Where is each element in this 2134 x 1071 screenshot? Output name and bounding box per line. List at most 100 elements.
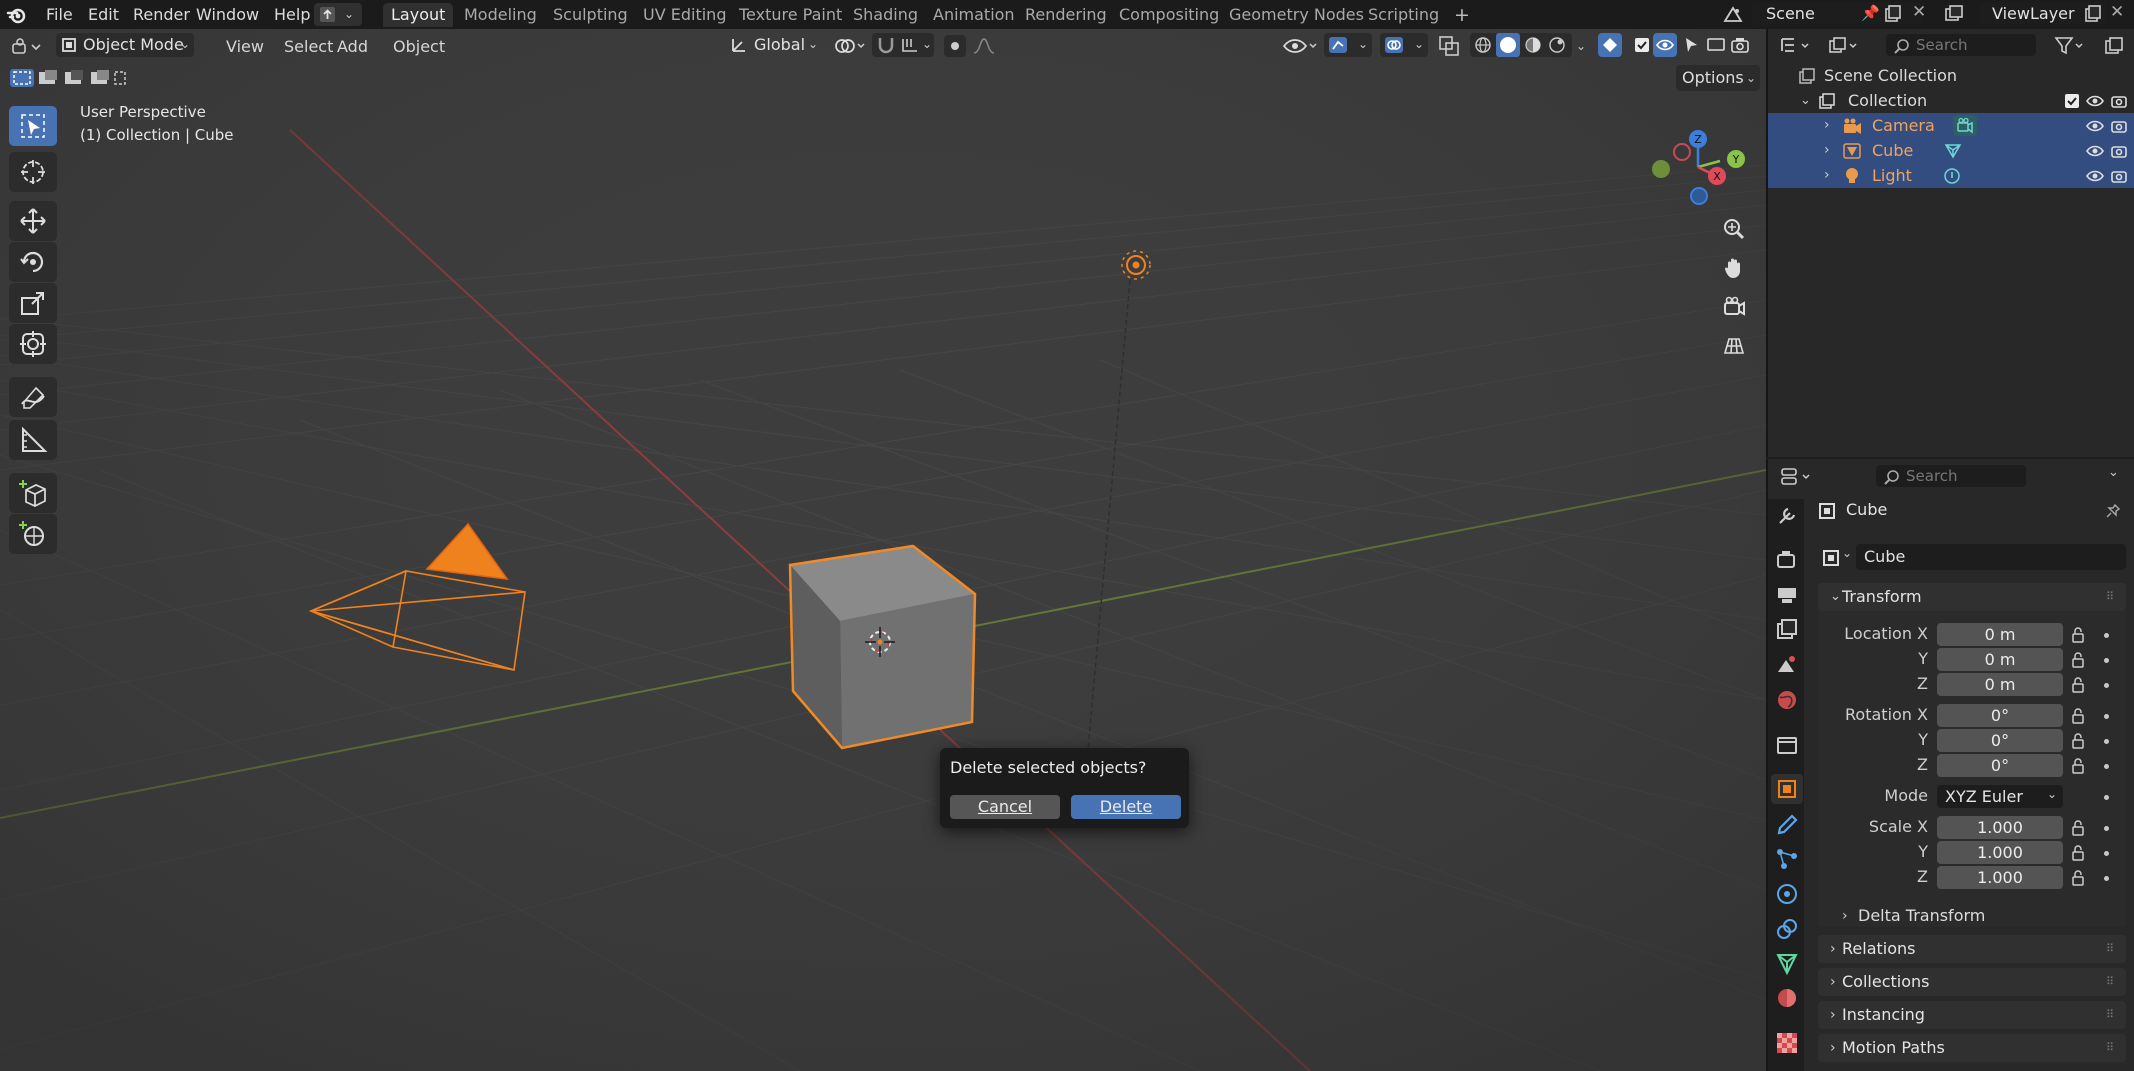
- eye-icon[interactable]: [2086, 168, 2104, 184]
- cube-object[interactable]: [788, 544, 977, 750]
- rotation-x-field[interactable]: 0°: [1937, 704, 2063, 727]
- outliner-editor-icon[interactable]: [1780, 36, 1812, 56]
- render-camera-icon[interactable]: [2110, 117, 2128, 135]
- close-view-layer-icon[interactable]: ✕: [2110, 2, 2124, 22]
- relations-panel-header[interactable]: › Relations ⠿: [1818, 935, 2126, 963]
- properties-editor-icon[interactable]: [1780, 467, 1814, 487]
- tab-compositing[interactable]: Compositing: [1111, 3, 1227, 27]
- tab-geometry-nodes[interactable]: Geometry Nodes: [1221, 3, 1372, 27]
- display-mode-icon[interactable]: [1828, 36, 1860, 56]
- texture-tab-icon[interactable]: [1774, 1030, 1800, 1056]
- object-tab[interactable]: [1771, 774, 1803, 804]
- chevron-right-icon[interactable]: ›: [1824, 163, 1830, 188]
- tab-scripting[interactable]: Scripting: [1360, 3, 1447, 27]
- location-z-field[interactable]: 0 m: [1937, 673, 2063, 696]
- new-view-layer-icon[interactable]: [2084, 5, 2102, 23]
- tab-shading[interactable]: Shading: [845, 3, 926, 27]
- menu-edit[interactable]: Edit: [82, 3, 125, 26]
- light-data-icon[interactable]: [1942, 167, 1962, 185]
- eye-icon[interactable]: [2086, 118, 2104, 134]
- transform-panel-header[interactable]: ⌄ Transform ⠿: [1818, 583, 2126, 611]
- tab-rendering[interactable]: Rendering: [1017, 3, 1115, 27]
- render-camera-icon[interactable]: [2110, 167, 2128, 185]
- chevron-right-icon[interactable]: ›: [1824, 138, 1830, 163]
- modifier-tab-icon[interactable]: [1774, 812, 1800, 838]
- motion-paths-panel-header[interactable]: › Motion Paths ⠿: [1818, 1034, 2126, 1062]
- keyframe-dot-icon[interactable]: [2104, 714, 2109, 719]
- outliner-row-cube[interactable]: › Cube: [1768, 138, 2134, 163]
- lock-icon[interactable]: [2070, 869, 2088, 887]
- lock-icon[interactable]: [2070, 757, 2088, 775]
- scale-z-field[interactable]: 1.000: [1937, 866, 2063, 889]
- camera-data-button[interactable]: [1953, 115, 1977, 136]
- outliner-row-scene-collection[interactable]: Scene Collection: [1768, 63, 2134, 88]
- collection-tab-icon[interactable]: [1774, 732, 1800, 758]
- lock-icon[interactable]: [2070, 676, 2088, 694]
- world-tab-icon[interactable]: [1774, 687, 1800, 713]
- tab-texture-paint[interactable]: Texture Paint: [731, 3, 850, 27]
- close-icon[interactable]: ✕: [1912, 2, 1926, 22]
- keyframe-dot-icon[interactable]: [2104, 739, 2109, 744]
- keyframe-dot-icon[interactable]: [2104, 658, 2109, 663]
- lock-icon[interactable]: [2070, 626, 2088, 644]
- menu-file[interactable]: File: [40, 3, 79, 26]
- camera-object[interactable]: [308, 522, 526, 672]
- menu-window[interactable]: Window: [190, 3, 265, 26]
- drag-handle-icon[interactable]: ⠿: [2106, 935, 2114, 963]
- scene-icon[interactable]: [1722, 4, 1744, 25]
- location-x-field[interactable]: 0 m: [1937, 623, 2063, 646]
- lock-icon[interactable]: [2070, 844, 2088, 862]
- rotation-y-field[interactable]: 0°: [1937, 729, 2063, 752]
- filter-icon[interactable]: [2054, 36, 2084, 56]
- 3d-viewport[interactable]: Object Mode ⌄ View Select Add Object Glo…: [0, 29, 1766, 1071]
- keyframe-dot-icon[interactable]: [2104, 683, 2109, 688]
- tab-modeling[interactable]: Modeling: [456, 3, 545, 27]
- render-camera-icon[interactable]: [2110, 92, 2128, 110]
- blender-logo-icon[interactable]: [6, 4, 28, 26]
- rotation-z-field[interactable]: 0°: [1937, 754, 2063, 777]
- tab-animation[interactable]: Animation: [925, 3, 1023, 27]
- tab-layout[interactable]: Layout: [383, 3, 454, 27]
- menu-help[interactable]: Help: [268, 3, 316, 26]
- drag-handle-icon[interactable]: ⠿: [2106, 968, 2114, 996]
- new-scene-icon[interactable]: [1884, 5, 1902, 23]
- lock-icon[interactable]: [2070, 707, 2088, 725]
- keyframe-dot-icon[interactable]: [2104, 633, 2109, 638]
- chevron-down-icon[interactable]: ⌄: [1800, 88, 1811, 113]
- tab-sculpting[interactable]: Sculpting: [545, 3, 636, 27]
- new-collection-icon[interactable]: [2104, 36, 2124, 56]
- add-workspace-button[interactable]: +: [1446, 3, 1478, 27]
- menu-render[interactable]: Render: [127, 3, 196, 26]
- particles-tab-icon[interactable]: [1774, 846, 1800, 872]
- keyframe-dot-icon[interactable]: [2104, 764, 2109, 769]
- view-layer-icon[interactable]: [1944, 5, 1964, 23]
- constraints-tab-icon[interactable]: [1774, 916, 1800, 942]
- eye-icon[interactable]: [2086, 93, 2104, 109]
- lock-icon[interactable]: [2070, 819, 2088, 837]
- delta-transform-subpanel[interactable]: › Delta Transform: [1836, 903, 2116, 929]
- light-object[interactable]: [1087, 250, 1151, 751]
- drag-handle-icon[interactable]: ⠿: [2106, 1034, 2114, 1062]
- lock-icon[interactable]: [2070, 732, 2088, 750]
- outliner-row-light[interactable]: › Light: [1768, 163, 2134, 188]
- keyframe-dot-icon[interactable]: [2104, 851, 2109, 856]
- collections-panel-header[interactable]: › Collections ⠿: [1818, 968, 2126, 996]
- pin-icon[interactable]: 📌: [1861, 4, 1880, 22]
- instancing-panel-header[interactable]: › Instancing ⠿: [1818, 1001, 2126, 1029]
- scene-tab-icon[interactable]: [1774, 652, 1800, 678]
- keyframe-dot-icon[interactable]: [2104, 826, 2109, 831]
- pin-icon[interactable]: [2105, 503, 2121, 519]
- delete-button[interactable]: Delete: [1071, 795, 1181, 819]
- scale-y-field[interactable]: 1.000: [1937, 841, 2063, 864]
- tool-tab-icon[interactable]: [1774, 503, 1800, 529]
- exclude-checkbox-icon[interactable]: [2064, 93, 2080, 109]
- cancel-button[interactable]: Cancel: [950, 795, 1060, 819]
- lock-icon[interactable]: [2070, 651, 2088, 669]
- keyframe-dot-icon[interactable]: [2104, 795, 2109, 800]
- scale-x-field[interactable]: 1.000: [1937, 816, 2063, 839]
- location-y-field[interactable]: 0 m: [1937, 648, 2063, 671]
- view-layer-tab-icon[interactable]: [1774, 617, 1800, 643]
- data-tab-icon[interactable]: [1774, 951, 1800, 977]
- drag-handle-icon[interactable]: ⠿: [2106, 583, 2115, 611]
- eye-icon[interactable]: [2086, 143, 2104, 159]
